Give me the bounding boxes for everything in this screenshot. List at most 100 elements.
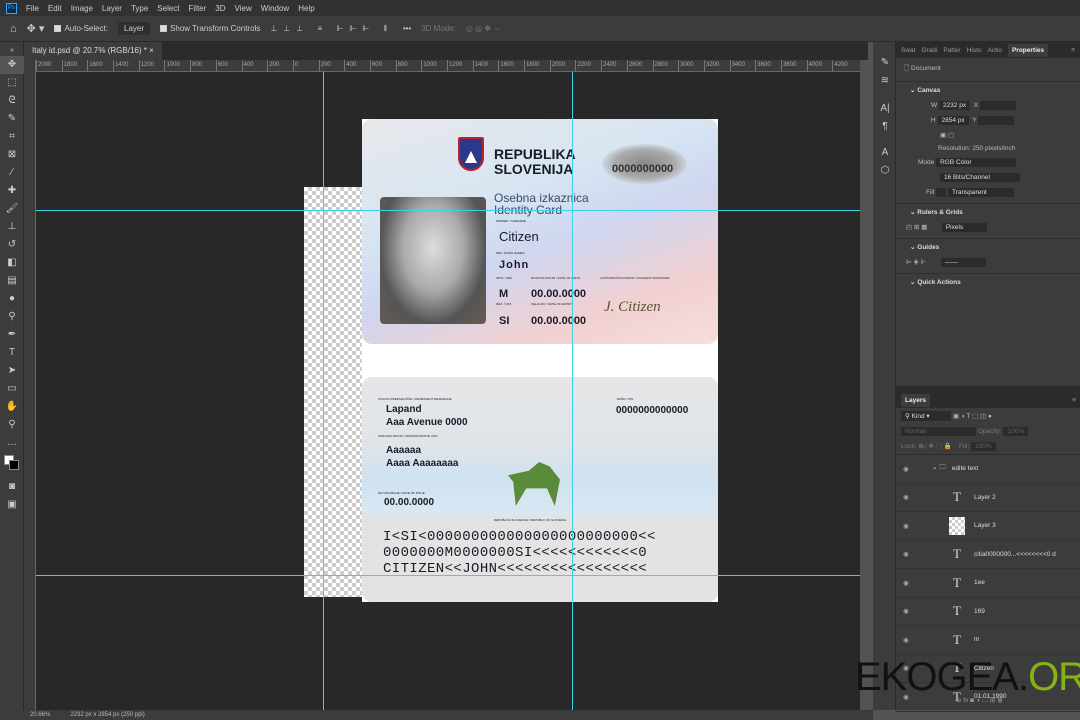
- marquee-tool-icon[interactable]: ⬚: [0, 74, 24, 92]
- width-field[interactable]: 2232 px: [938, 101, 971, 110]
- align-buttons[interactable]: ⊥⊥⊥ ≡ ⊩⊩⊩ ⫴: [270, 24, 393, 34]
- filter-icons[interactable]: ▣ ◑ T ⬚ ◫ ●: [953, 413, 992, 420]
- grid-toggle-icon[interactable]: ⊞: [914, 224, 919, 231]
- photoshop-logo-icon[interactable]: Ps: [6, 2, 17, 14]
- show-transform-checkbox[interactable]: Show Transform Controls: [160, 24, 260, 33]
- eyedropper-icon[interactable]: ⁄: [0, 164, 24, 182]
- menu-image[interactable]: Image: [71, 4, 93, 13]
- tab-actions[interactable]: Actio: [988, 47, 1002, 54]
- brushes-icon[interactable]: ≋: [873, 72, 897, 90]
- y-field[interactable]: [978, 116, 1015, 125]
- pen-tool-icon[interactable]: ✒: [0, 326, 24, 344]
- menu-select[interactable]: Select: [157, 4, 179, 13]
- zoom-tool-icon[interactable]: ⚲: [0, 416, 24, 434]
- orientation-buttons[interactable]: ▣ ▢: [896, 128, 1080, 142]
- guide-lock-icon[interactable]: ⊩: [921, 259, 927, 266]
- guide-layout-icon[interactable]: ⊫: [906, 259, 912, 266]
- brush-settings-icon[interactable]: ✎: [873, 54, 897, 72]
- eraser-icon[interactable]: ◧: [0, 254, 24, 272]
- document-canvas[interactable]: REPUBLIKA SLOVENIJA 0000000000 Osebna iz…: [362, 119, 718, 602]
- bit-depth-dropdown[interactable]: 16 Bits/Channel: [940, 173, 1020, 182]
- guide-vertical[interactable]: [323, 72, 324, 710]
- menu-view[interactable]: View: [235, 4, 252, 13]
- tab-swatches[interactable]: Swat: [901, 47, 915, 54]
- mode-dropdown[interactable]: RGB Color: [936, 158, 1017, 167]
- brush-tool-icon[interactable]: 🖌: [0, 200, 24, 218]
- crop-tool-icon[interactable]: ⌗: [0, 128, 24, 146]
- tab-history[interactable]: Histo: [967, 47, 982, 54]
- home-icon[interactable]: ⌂: [10, 23, 17, 35]
- x-field[interactable]: [979, 101, 1016, 110]
- height-field[interactable]: 2854 px: [937, 116, 969, 125]
- menu-layer[interactable]: Layer: [102, 4, 122, 13]
- color-swatches-icon[interactable]: [0, 452, 24, 478]
- menu-help[interactable]: Help: [298, 4, 314, 13]
- more-options-button[interactable]: •••: [403, 24, 411, 33]
- horizontal-ruler[interactable]: 2000 1800 1600 1400 1200 1000 800 600 400 200 0 200…: [36, 60, 860, 72]
- document-tab[interactable]: Italy id.psd @ 20.7% (RGB/16) * ×: [24, 42, 162, 60]
- filter-kind-dropdown[interactable]: ⚲ Kind ▾: [901, 411, 951, 421]
- menu-type[interactable]: Type: [131, 4, 148, 13]
- tab-layers[interactable]: Layers: [901, 393, 930, 407]
- document-size[interactable]: 2232 px x 2854 px (250 ppi): [70, 710, 144, 720]
- glyphs-icon[interactable]: A: [873, 144, 897, 162]
- visibility-eye-icon[interactable]: ◉: [896, 522, 916, 530]
- visibility-eye-icon[interactable]: ◉: [896, 550, 916, 558]
- tab-gradients[interactable]: Gradi: [921, 47, 937, 54]
- guide-horizontal[interactable]: [36, 575, 860, 576]
- gradient-tool-icon[interactable]: ▤: [0, 272, 24, 290]
- layer-row[interactable]: ◉ T Layer 2: [896, 484, 1080, 512]
- opacity-field[interactable]: 100%: [1003, 427, 1029, 436]
- fill-field[interactable]: 100%: [970, 442, 996, 451]
- paragraph-icon[interactable]: ¶: [873, 118, 897, 136]
- rectangle-tool-icon[interactable]: ▭: [0, 380, 24, 398]
- dodge-tool-icon[interactable]: ⚲: [0, 308, 24, 326]
- healing-brush-icon[interactable]: ✚: [0, 182, 24, 200]
- layer-row[interactable]: ◉ T 1ee: [896, 569, 1080, 598]
- blur-tool-icon[interactable]: ●: [0, 290, 24, 308]
- collapse-icon[interactable]: »: [0, 42, 24, 56]
- guide-add-icon[interactable]: ⋕: [913, 259, 918, 266]
- blend-mode-dropdown[interactable]: Normal: [901, 427, 976, 436]
- layers-menu-icon[interactable]: ≡: [1072, 397, 1076, 404]
- stamp-tool-icon[interactable]: ⊥: [0, 218, 24, 236]
- visibility-eye-icon[interactable]: ◉: [896, 636, 916, 644]
- vertical-ruler[interactable]: [24, 60, 36, 710]
- guides-header[interactable]: ⌄ Guides: [896, 239, 1080, 255]
- menu-file[interactable]: File: [26, 4, 39, 13]
- ruler-toggle-icon[interactable]: ◰: [906, 224, 912, 231]
- rulers-grids-header[interactable]: ⌄ Rulers & Grids: [896, 204, 1080, 220]
- menu-filter[interactable]: Filter: [189, 4, 207, 13]
- menu-3d[interactable]: 3D: [215, 4, 225, 13]
- type-tool-icon[interactable]: T: [0, 344, 24, 362]
- visibility-eye-icon[interactable]: ◉: [896, 493, 916, 501]
- panel-menu-icon[interactable]: ≡: [1071, 47, 1075, 54]
- tab-patterns[interactable]: Patter: [943, 47, 960, 54]
- layer-row[interactable]: ◉ ⌄ 🗀 edite text: [896, 455, 1080, 484]
- auto-select-checkbox[interactable]: Auto-Select:: [54, 24, 108, 33]
- quick-select-icon[interactable]: ✎: [0, 110, 24, 128]
- guide-horizontal[interactable]: [36, 210, 860, 211]
- close-tab-icon[interactable]: ×: [149, 46, 154, 55]
- frame-tool-icon[interactable]: ⊠: [0, 146, 24, 164]
- quick-mask-icon[interactable]: ◙: [0, 478, 24, 496]
- 3d-icon[interactable]: ⬡: [873, 162, 897, 180]
- fill-dropdown[interactable]: Transparent: [947, 188, 1014, 197]
- lasso-tool-icon[interactable]: ᘓ: [0, 92, 24, 110]
- menu-window[interactable]: Window: [261, 4, 289, 13]
- layer-row[interactable]: ◉ Layer 3: [896, 512, 1080, 541]
- visibility-eye-icon[interactable]: ◉: [896, 607, 916, 615]
- character-icon[interactable]: A|: [873, 100, 897, 118]
- layer-row[interactable]: ◉ T 169: [896, 598, 1080, 626]
- history-brush-icon[interactable]: ↺: [0, 236, 24, 254]
- menu-edit[interactable]: Edit: [48, 4, 62, 13]
- tab-properties[interactable]: Properties: [1007, 43, 1049, 57]
- guide-vertical[interactable]: [572, 72, 573, 710]
- units-dropdown[interactable]: Pixels: [941, 223, 987, 232]
- hand-tool-icon[interactable]: ✋: [0, 398, 24, 416]
- guide-style-dropdown[interactable]: ——: [940, 258, 986, 267]
- canvas-section-header[interactable]: ⌄ Canvas: [896, 82, 1080, 98]
- layer-row[interactable]: ◉ Tm: [896, 626, 1080, 655]
- move-tool-icon[interactable]: ✥ ▾: [27, 22, 45, 35]
- layer-row[interactable]: ◉ Tcitia0000000...<<<<<<<<0 d: [896, 541, 1080, 569]
